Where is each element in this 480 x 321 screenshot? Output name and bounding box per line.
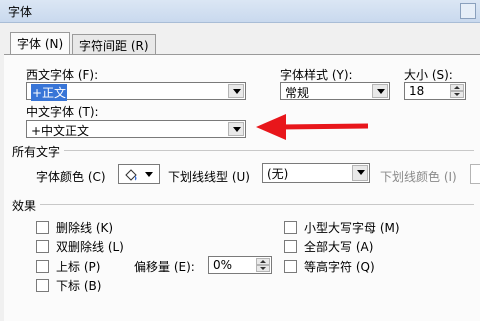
close-icon[interactable] [460,3,476,19]
all-caps-label: 全部大写 (A) [304,240,374,254]
spin-up-icon[interactable] [450,84,464,91]
chinese-font-combo[interactable]: +中文正文 [26,120,246,138]
spin-down-icon[interactable] [450,91,464,98]
offset-value: 0% [213,258,233,272]
font-style-combo[interactable]: 常规 [280,82,390,100]
underline-type-label: 下划线线型 (U) [168,170,250,184]
paint-bucket-icon [125,169,137,181]
superscript-label: 上标 (P) [56,260,101,274]
subscript-checkbox[interactable] [36,279,49,292]
small-caps-label: 小型大写字母 (M) [304,221,400,235]
chevron-down-icon[interactable] [372,84,388,98]
all-caps-checkbox[interactable] [284,240,297,253]
chinese-font-value: +中文正文 [31,124,90,138]
strikethrough-label: 删除线 (K) [56,221,114,235]
small-caps-checkbox[interactable] [284,221,297,234]
size-label: 大小 (S): [404,68,453,82]
title-bar: 字体 [0,0,480,23]
underline-type-combo[interactable]: (无) [262,163,370,183]
annotation-arrow-icon [256,114,369,140]
strikethrough-checkbox[interactable] [36,221,49,234]
equal-height-checkbox[interactable] [284,260,297,273]
western-font-value: +正文 [31,84,68,101]
all-text-section-label: 所有文字 [12,145,61,159]
font-color-label: 字体颜色 (C) [36,170,106,184]
size-spinner[interactable]: 18 [404,82,466,100]
tab-font[interactable]: 字体 (N) [10,32,71,54]
equal-height-label: 等高字符 (Q) [304,260,375,274]
underline-color-label: 下划线颜色 (I) [380,170,457,184]
offset-spinner[interactable]: 0% [208,256,272,274]
font-style-label: 字体样式 (Y): [280,68,353,82]
double-strikethrough-label: 双删除线 (L) [56,240,124,254]
effects-section-label: 效果 [12,199,37,213]
divider [40,204,474,205]
spin-up-icon[interactable] [256,258,270,265]
western-font-label: 西文字体 (F): [26,68,99,82]
size-value: 18 [409,84,425,98]
chevron-down-icon [145,172,153,177]
window-title: 字体 [8,5,33,19]
superscript-checkbox[interactable] [36,260,49,273]
offset-label: 偏移量 (E): [134,260,195,274]
chevron-down-icon[interactable] [228,122,244,136]
subscript-label: 下标 (B) [56,279,102,293]
font-style-value: 常规 [285,86,310,100]
spin-down-icon[interactable] [256,265,270,272]
tab-character-spacing[interactable]: 字符间距 (R) [72,34,156,56]
underline-color-picker[interactable] [470,164,480,184]
underline-type-value: (无) [267,167,289,181]
chevron-down-icon[interactable] [228,84,244,98]
western-font-combo[interactable]: +正文 [26,82,246,101]
font-color-picker[interactable] [118,164,160,184]
chinese-font-label: 中文字体 (T): [26,105,99,119]
chevron-down-icon[interactable] [352,165,368,181]
double-strikethrough-checkbox[interactable] [36,240,49,253]
divider [64,150,474,151]
